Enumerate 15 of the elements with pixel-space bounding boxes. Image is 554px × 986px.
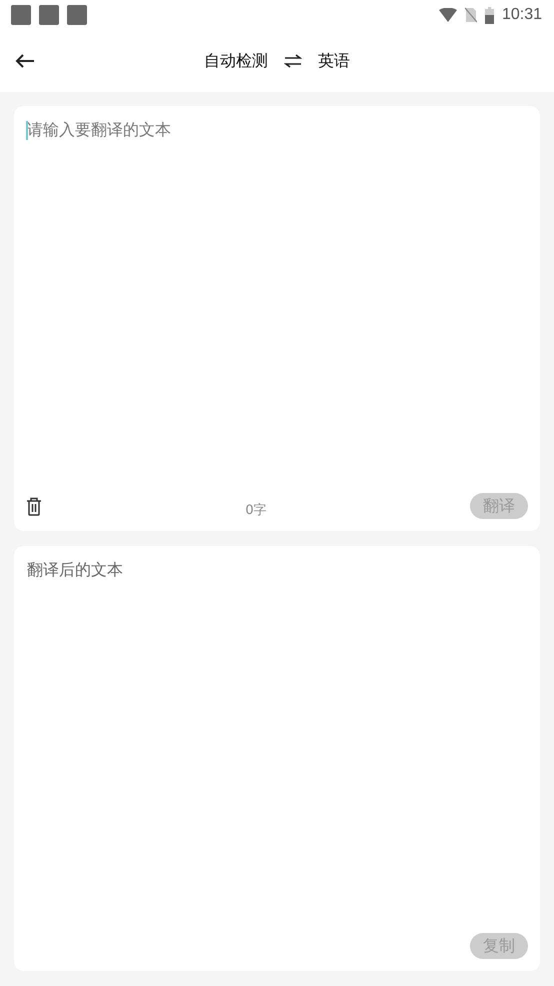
swap-icon[interactable]: [284, 54, 302, 68]
target-language[interactable]: 英语: [318, 50, 350, 72]
wifi-icon: [438, 8, 457, 22]
back-arrow-icon[interactable]: [15, 53, 35, 69]
source-language[interactable]: 自动检测: [204, 50, 268, 72]
battery-icon: [484, 6, 494, 24]
output-field[interactable]: 翻译后的文本: [14, 546, 540, 932]
notification-icon: [67, 5, 87, 25]
status-time: 10:31: [502, 6, 542, 24]
character-count: 0字: [245, 502, 267, 519]
notification-icon: [11, 5, 31, 25]
trash-icon[interactable]: [26, 496, 42, 516]
input-field[interactable]: 请输入要翻译的文本: [14, 106, 540, 492]
notification-icon: [39, 5, 59, 25]
no-sim-icon: [464, 7, 477, 23]
